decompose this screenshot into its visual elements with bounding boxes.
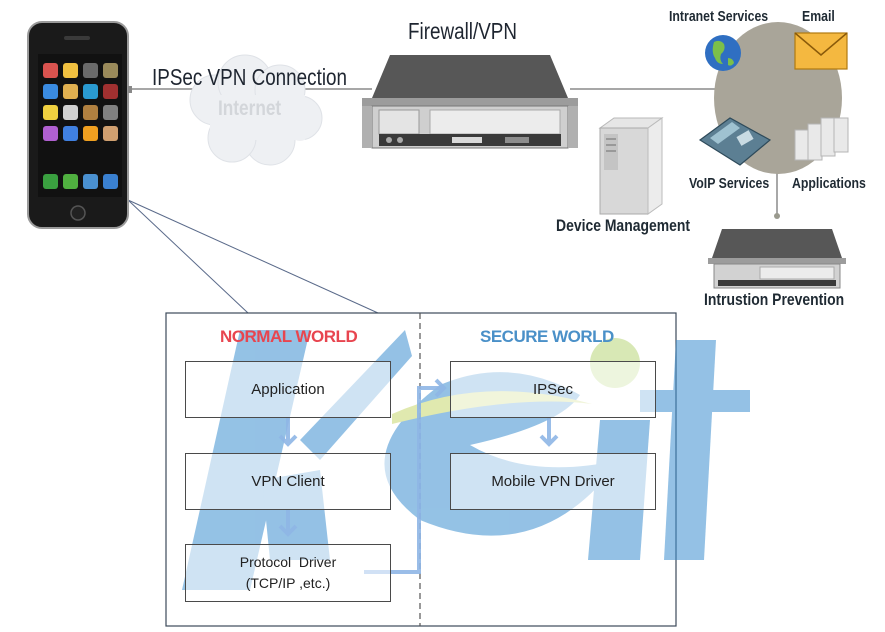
app-icon — [43, 126, 58, 141]
app-icon — [103, 105, 118, 120]
dock-app-icon — [63, 174, 78, 189]
app-icon — [83, 84, 98, 99]
app-icon — [83, 105, 98, 120]
ipsec-box: IPSec — [450, 361, 656, 418]
internet-cloud-label: Internet — [218, 97, 282, 120]
watermark-letter-t — [664, 340, 716, 560]
app-icon — [83, 63, 98, 78]
secure-world-title: SECURE WORLD — [480, 327, 614, 346]
ipsec-vpn-connection-label: IPSec VPN Connection — [152, 64, 347, 90]
callout-line-left — [127, 199, 249, 314]
watermark-letter-t-bar — [640, 390, 750, 412]
application-box: Application — [185, 361, 391, 418]
server-tower-icon — [598, 117, 664, 215]
app-icon — [63, 63, 78, 78]
app-icon — [83, 126, 98, 141]
intrusion-prevention-label: Intrustion Prevention — [704, 290, 845, 309]
dock-app-icon — [43, 174, 58, 189]
firewall-appliance-icon — [362, 55, 578, 149]
protocol-driver-box-sublabel: (TCP/IP ,etc.) — [245, 575, 331, 591]
vpn-client-box: VPN Client — [185, 453, 391, 510]
vpn-client-box-label: VPN Client — [251, 473, 325, 490]
app-icon — [43, 105, 58, 120]
app-icon — [43, 84, 58, 99]
app-icon — [43, 63, 58, 78]
protocol-driver-box: Protocol Driver (TCP/IP ,etc.) — [185, 544, 391, 602]
normal-world-title: NORMAL WORLD — [220, 327, 358, 346]
mobile-vpn-driver-box-label: Mobile VPN Driver — [491, 473, 615, 490]
firewall-vpn-label: Firewall/VPN — [408, 18, 517, 44]
app-icon — [63, 84, 78, 99]
smartphone-icon — [27, 21, 132, 229]
voip-services-label: VoIP Services — [689, 175, 770, 192]
email-envelope-icon — [794, 32, 848, 70]
ipsec-box-label: IPSec — [532, 381, 574, 398]
callout-line-right — [127, 199, 379, 314]
dock-app-icon — [83, 174, 98, 189]
globe-icon — [705, 35, 741, 71]
mobile-vpn-driver-box: Mobile VPN Driver — [450, 453, 656, 510]
app-icon — [103, 84, 118, 99]
dock-app-icon — [103, 174, 118, 189]
protocol-driver-box-label: Protocol Driver — [239, 554, 337, 570]
diagram-canvas — [27, 21, 849, 627]
app-icon — [63, 105, 78, 120]
applications-label: Applications — [792, 175, 866, 192]
device-management-label: Device Management — [556, 216, 691, 235]
app-icon — [103, 126, 118, 141]
application-box-label: Application — [251, 381, 325, 398]
ips-connector-dot — [774, 213, 780, 219]
intranet-services-label: Intranet Services — [669, 8, 769, 25]
email-label: Email — [802, 8, 835, 25]
app-icon — [63, 126, 78, 141]
ips-appliance-icon — [708, 229, 846, 289]
app-icon — [103, 63, 118, 78]
